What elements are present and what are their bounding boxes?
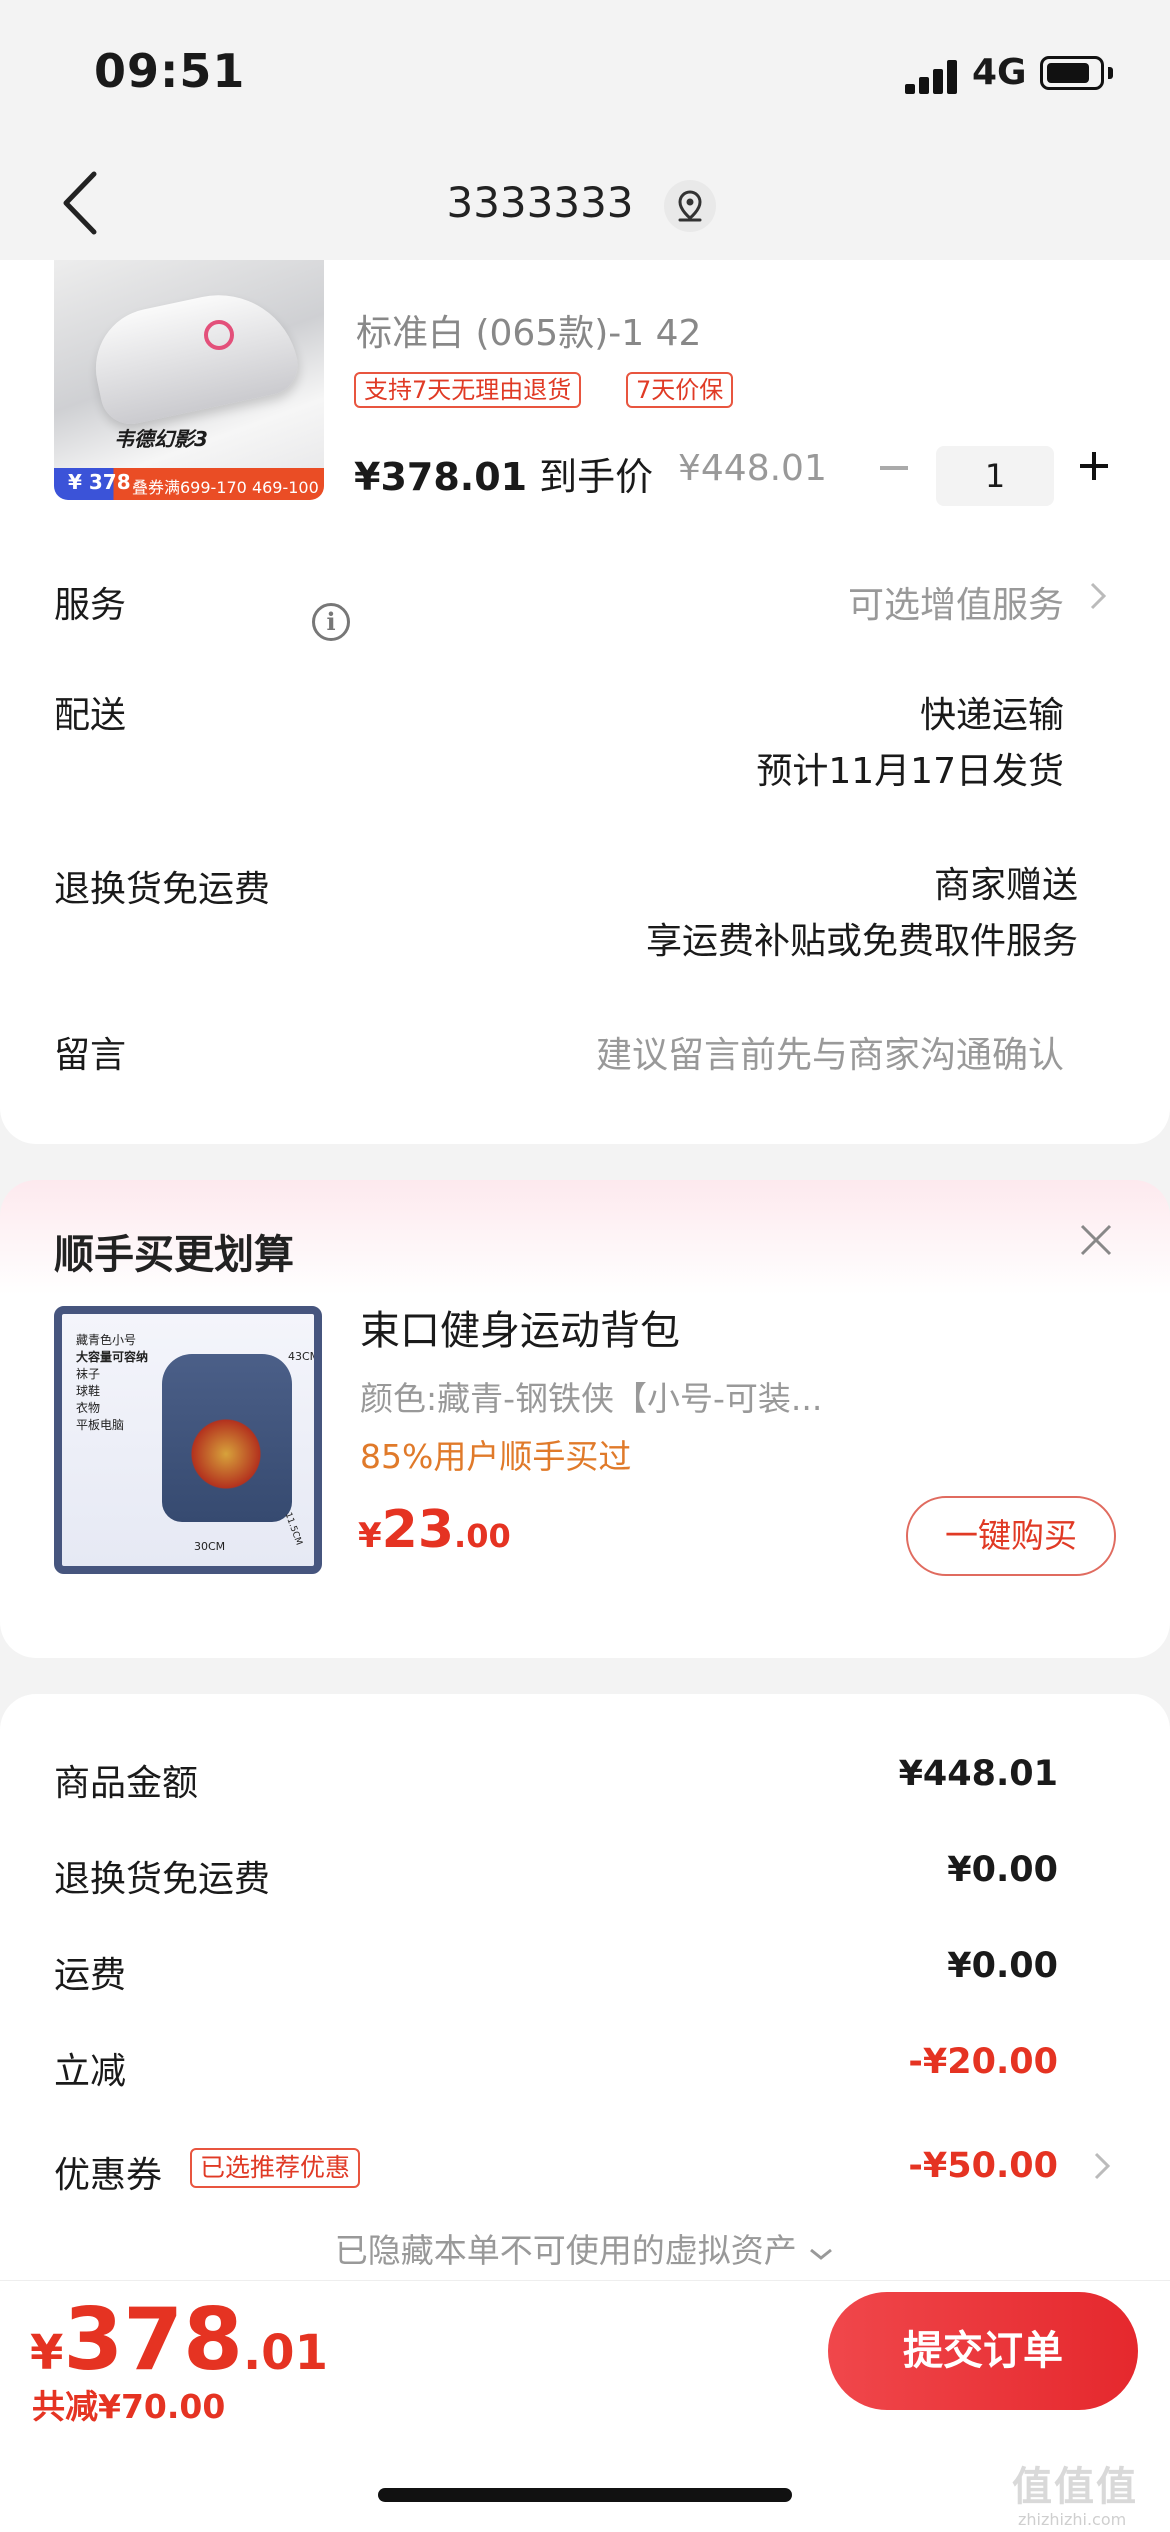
chevron-right-icon[interactable] [1088,578,1110,614]
signal-icon [905,60,957,94]
return-desc: 享运费补贴或免费取件服务 [645,921,1078,962]
product-image-deal: 叠券满699-170 469-100 [132,478,319,497]
bag-label-2: 袜子 [76,1367,101,1381]
plus-icon[interactable] [1076,448,1112,484]
message-input[interactable]: 建议留言前先与商家沟通确认 [596,1026,1064,1078]
bag-dim-width: 30CM [194,1540,226,1553]
info-icon[interactable]: i [312,603,350,641]
summary-label-coupon[interactable]: 优惠券 [54,2146,162,2198]
return-label: 退换货免运费 [54,869,271,910]
summary-value-discount: -¥20.00 [908,2042,1058,2082]
status-time: 09:51 [94,44,246,98]
back-icon[interactable] [58,168,104,238]
bag-label-0: 藏青色小号 [76,1333,137,1347]
recommend-price-int: 23 [381,1500,455,1560]
recommend-spec[interactable]: 颜色:藏青-钢铁侠【小号-可装... [360,1372,880,1420]
recommend-title: 顺手买更划算 [54,1232,294,1278]
summary-label-return: 退换货免运费 [54,1859,271,1900]
watermark-logo: 值值值 [1012,2464,1138,2510]
shoe-accent [204,320,234,350]
backpack-image[interactable]: 藏青色小号 大容量可容纳 袜子 球鞋 衣物 平板电脑 30CM 43CM 11.… [54,1306,322,1574]
backpack-print [186,1414,266,1494]
location-icon[interactable] [664,180,716,232]
final-price-suffix: 到手价 [539,455,654,499]
bag-dim-depth: 11.5CM [282,1511,304,1547]
close-icon[interactable] [1076,1220,1116,1260]
network-type: 4G [972,52,1027,93]
recommend-name[interactable]: 束口健身运动背包 [360,1298,680,1356]
hidden-assets-note[interactable]: 已隐藏本单不可使用的虚拟资产 [0,2224,1170,2272]
watermark-url: zhizhizhi.com [1018,2510,1127,2529]
backpack-graphic [162,1354,292,1522]
bag-label-3: 球鞋 [76,1384,101,1398]
home-indicator[interactable] [378,2488,792,2502]
hidden-assets-text: 已隐藏本单不可使用的虚拟资产 [334,2231,797,2270]
original-price: ¥448.01 [678,448,827,489]
recommend-price-currency: ¥ [358,1516,382,1556]
total-dec: .01 [242,2325,328,2381]
total-currency: ¥ [30,2325,64,2381]
recommend-price-dec: .00 [454,1517,511,1555]
delivery-value[interactable]: 快递运输 [920,686,1064,738]
minus-icon[interactable] [876,450,912,486]
battery-icon [1040,56,1104,90]
one-click-buy-button[interactable]: 一键购买 [906,1496,1116,1576]
product-image[interactable]: 韦德幻影3 ¥ 378 叠券满699-170 469-100 [54,260,324,500]
chevron-down-icon [807,2233,835,2272]
recommend-price: ¥23.00 [358,1500,511,1560]
summary-value-goods: ¥448.01 [898,1754,1058,1794]
bag-label-1: 大容量可容纳 [76,1350,149,1364]
final-price-value: ¥378.01 [354,455,528,499]
chevron-right-icon[interactable] [1092,2148,1114,2184]
summary-label-discount: 立减 [54,2051,127,2092]
recommend-card: 顺手买更划算 藏青色小号 大容量可容纳 袜子 球鞋 衣物 平板电脑 30CM 4… [0,1180,1170,1658]
final-price: ¥378.01 到手价 [354,446,653,501]
order-item-card: 韦德幻影3 ¥ 378 叠券满699-170 469-100 标准白 (065款… [0,260,1170,1144]
return-policy-tag: 支持7天无理由退货 [354,372,582,408]
service-value[interactable]: 可选增值服务 [848,576,1064,628]
quantity-field[interactable]: 1 [936,446,1054,506]
submit-order-button[interactable]: 提交订单 [828,2292,1138,2410]
backpack-image-labels: 藏青色小号 大容量可容纳 袜子 球鞋 衣物 平板电脑 [76,1332,148,1434]
coupon-tag[interactable]: 已选推荐优惠 [190,2148,361,2188]
product-sku[interactable]: 标准白 (065款)-1 42 [356,304,701,356]
product-image-name: 韦德幻影3 [114,427,208,451]
page-title: 3333333 [446,178,634,227]
total-price: ¥378.01 [30,2290,328,2390]
return-value: 商家赠送 [933,865,1078,906]
delivery-eta: 预计11月17日发货 [756,751,1064,792]
bag-label-5: 平板电脑 [76,1418,125,1432]
shoe-graphic [84,280,304,430]
service-label: 服务 [54,585,127,626]
summary-label-shipping: 运费 [54,1955,127,1996]
summary-label-goods: 商品金额 [54,1763,199,1804]
recommend-rate: 85%用户顺手买过 [360,1437,632,1476]
battery-tip [1108,67,1113,79]
total-int: 378 [63,2290,243,2390]
bag-label-4: 衣物 [76,1401,101,1415]
delivery-label: 配送 [54,695,127,736]
message-label: 留言 [54,1035,127,1076]
total-saved[interactable]: 共减¥70.00 [32,2380,225,2428]
bag-dim-height: 43CM [288,1350,320,1363]
product-image-price: ¥ 378 [68,470,131,494]
summary-value-shipping: ¥0.00 [947,1946,1058,1986]
price-protect-tag: 7天价保 [626,372,734,408]
summary-value-coupon[interactable]: -¥50.00 [908,2146,1058,2186]
summary-value-return: ¥0.00 [947,1850,1058,1890]
